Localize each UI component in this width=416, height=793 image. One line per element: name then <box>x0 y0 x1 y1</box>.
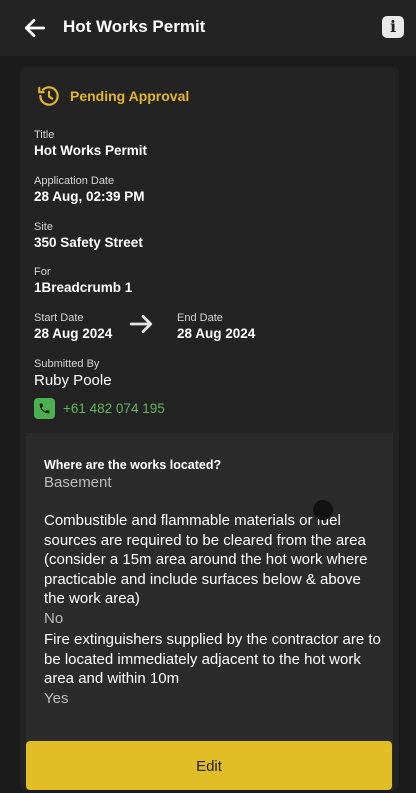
question-item: Where are the works located? Basement <box>44 457 382 491</box>
start-date-label: Start Date <box>34 312 84 324</box>
permit-card: Pending Approval Title Hot Works Permit … <box>20 67 399 790</box>
end-date-field: End Date 28 Aug 2024 <box>177 312 255 341</box>
history-clock-icon <box>38 86 59 106</box>
arrow-left-icon[interactable] <box>22 15 48 41</box>
question-text: Where are the works located? <box>44 458 222 472</box>
application-date-label: Application Date <box>34 175 115 187</box>
top-bar: Hot Works Permit i <box>0 0 416 56</box>
site-label: Site <box>34 221 53 233</box>
submitted-by-label: Submitted By <box>34 358 100 370</box>
status-label: Pending Approval <box>70 88 190 104</box>
site-value: 350 Safety Street <box>34 235 143 250</box>
start-date-field: Start Date 28 Aug 2024 <box>34 312 112 341</box>
application-date-field: Application Date 28 Aug, 02:39 PM <box>34 175 145 204</box>
question-text: Combustible and flammable materials or f… <box>44 512 368 607</box>
question-item: Fire extinguishers supplied by the contr… <box>44 630 382 707</box>
edit-button[interactable]: Edit <box>26 741 392 790</box>
scroll-indicator <box>313 500 333 520</box>
page-title: Hot Works Permit <box>63 17 206 36</box>
end-date-value: 28 Aug 2024 <box>177 326 256 341</box>
phone-number[interactable]: +61 482 074 195 <box>63 401 165 416</box>
start-date-value: 28 Aug 2024 <box>34 326 113 341</box>
info-icon[interactable]: i <box>382 16 404 38</box>
phone-link[interactable]: +61 482 074 195 <box>34 398 165 419</box>
title-value: Hot Works Permit <box>34 143 148 158</box>
site-field: Site 350 Safety Street <box>34 221 143 250</box>
status-row: Pending Approval <box>36 83 189 109</box>
arrow-right-icon <box>129 315 153 333</box>
question-item: Combustible and flammable materials or f… <box>44 511 382 627</box>
end-date-label: End Date <box>177 312 223 324</box>
for-label: For <box>34 266 51 278</box>
questions-section: Where are the works located? Basement Co… <box>26 433 393 790</box>
answer-text: Basement <box>44 474 112 491</box>
title-label: Title <box>34 129 55 141</box>
submitted-by-value: Ruby Poole <box>34 372 112 389</box>
question-text: Fire extinguishers supplied by the contr… <box>44 631 381 687</box>
answer-text: Yes <box>44 689 69 707</box>
answer-text: No <box>44 609 64 627</box>
title-field: Title Hot Works Permit <box>34 129 147 158</box>
submitted-by-field: Submitted By Ruby Poole <box>34 358 112 389</box>
for-field: For 1Breadcrumb 1 <box>34 266 132 295</box>
for-value: 1Breadcrumb 1 <box>34 280 133 295</box>
phone-icon <box>34 398 55 419</box>
application-date-value: 28 Aug, 02:39 PM <box>34 189 145 204</box>
